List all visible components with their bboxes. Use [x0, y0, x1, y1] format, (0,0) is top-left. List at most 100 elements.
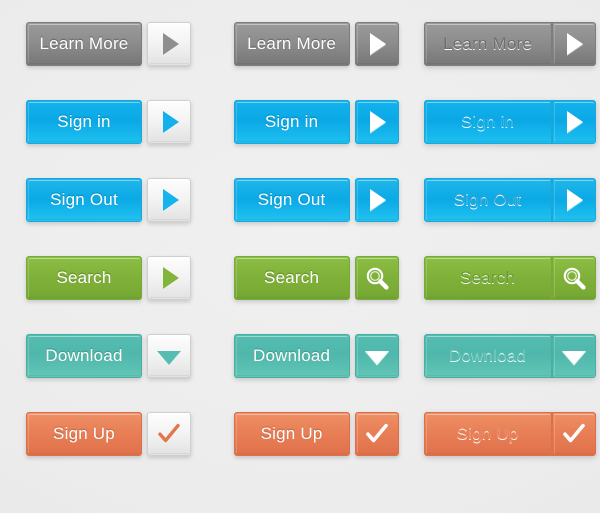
button-icon-plate[interactable]: [354, 256, 399, 300]
button-download-variant-c[interactable]: Download: [423, 334, 596, 378]
button-body[interactable]: Learn More: [233, 22, 350, 66]
cell-learn-more-2: Learn More: [221, 22, 406, 66]
button-label: Sign in: [264, 112, 319, 131]
button-icon-plate[interactable]: [147, 334, 191, 378]
button-body[interactable]: Sign in: [26, 100, 142, 144]
button-body[interactable]: Search: [423, 256, 552, 300]
button-icon-plate[interactable]: [147, 22, 191, 66]
checkmark-icon: [364, 421, 390, 447]
button-label: Download: [252, 346, 331, 365]
arrow-right-icon: [162, 189, 179, 211]
button-sign-in-variant-c[interactable]: Sign in: [423, 100, 596, 144]
button-icon-plate[interactable]: [147, 256, 191, 300]
arrow-right-icon: [162, 267, 179, 289]
button-icon-plate[interactable]: [551, 334, 596, 378]
button-learn-more-variant-c[interactable]: Learn More: [423, 22, 596, 66]
button-search-variant-b[interactable]: Search: [233, 256, 399, 300]
button-icon-plate[interactable]: [354, 22, 399, 66]
button-learn-more-variant-b[interactable]: Learn More: [233, 22, 399, 66]
button-body[interactable]: Download: [233, 334, 350, 378]
button-row-learn-more: Learn More Learn More Learn More: [0, 22, 600, 100]
arrow-right-icon: [162, 33, 179, 55]
button-body[interactable]: Sign Out: [423, 178, 552, 222]
button-sign-out-variant-a[interactable]: Sign Out: [26, 178, 191, 222]
cell-sign-up-1: Sign Up: [0, 412, 221, 456]
arrow-right-icon: [567, 189, 584, 211]
button-body[interactable]: Sign Out: [26, 178, 142, 222]
button-label: Sign Up: [260, 424, 323, 443]
button-label: Sign in: [57, 112, 111, 131]
button-icon-plate[interactable]: [354, 178, 399, 222]
button-label: Download: [45, 346, 123, 365]
button-row-download: Download Download Download: [0, 334, 600, 412]
arrow-down-icon: [561, 350, 586, 365]
button-label: Sign Up: [53, 424, 115, 443]
button-sign-out-variant-b[interactable]: Sign Out: [233, 178, 399, 222]
button-set-grid: Learn More Learn More Learn More Sign in…: [0, 0, 600, 490]
button-icon-plate[interactable]: [551, 412, 596, 456]
button-download-variant-b[interactable]: Download: [233, 334, 399, 378]
button-sign-out-variant-c[interactable]: Sign Out: [423, 178, 596, 222]
button-body[interactable]: Search: [233, 256, 350, 300]
arrow-down-icon: [157, 350, 181, 365]
button-label: Sign Out: [257, 190, 326, 209]
button-download-variant-a[interactable]: Download: [26, 334, 191, 378]
button-icon-plate[interactable]: [551, 100, 596, 144]
cell-search-2: Search: [221, 256, 406, 300]
cell-sign-up-2: Sign Up: [221, 412, 406, 456]
button-row-search: Search Search Search: [0, 256, 600, 334]
button-label: Download: [448, 346, 527, 365]
button-body[interactable]: Learn More: [423, 22, 552, 66]
button-learn-more-variant-a[interactable]: Learn More: [26, 22, 191, 66]
button-icon-plate[interactable]: [551, 178, 596, 222]
button-icon-plate[interactable]: [354, 100, 399, 144]
button-label: Search: [459, 268, 516, 287]
button-body[interactable]: Download: [423, 334, 552, 378]
cell-sign-in-3: Sign in: [406, 100, 600, 144]
button-body[interactable]: Sign Up: [423, 412, 552, 456]
cell-download-2: Download: [221, 334, 406, 378]
arrow-right-icon: [567, 111, 584, 133]
button-body[interactable]: Sign in: [423, 100, 552, 144]
button-icon-plate[interactable]: [551, 256, 596, 300]
button-body[interactable]: Sign in: [233, 100, 350, 144]
button-label: Learn More: [247, 34, 337, 53]
button-icon-plate[interactable]: [354, 334, 399, 378]
button-icon-plate[interactable]: [354, 412, 399, 456]
cell-sign-in-1: Sign in: [0, 100, 221, 144]
button-search-variant-a[interactable]: Search: [26, 256, 191, 300]
arrow-right-icon: [370, 111, 387, 133]
button-label: Learn More: [443, 34, 532, 53]
button-sign-up-variant-a[interactable]: Sign Up: [26, 412, 191, 456]
button-label: Learn More: [39, 34, 129, 53]
cell-download-1: Download: [0, 334, 221, 378]
button-icon-plate[interactable]: [147, 100, 191, 144]
button-sign-in-variant-a[interactable]: Sign in: [26, 100, 191, 144]
button-label: Search: [264, 268, 320, 287]
button-body[interactable]: Search: [26, 256, 142, 300]
button-sign-up-variant-b[interactable]: Sign Up: [233, 412, 399, 456]
cell-sign-up-3: Sign Up: [406, 412, 600, 456]
magnifier-icon: [561, 265, 587, 291]
button-search-variant-c[interactable]: Search: [423, 256, 596, 300]
arrow-down-icon: [364, 350, 389, 365]
button-row-sign-in: Sign in Sign in Sign in: [0, 100, 600, 178]
button-body[interactable]: Sign Up: [26, 412, 142, 456]
button-icon-plate[interactable]: [147, 178, 191, 222]
button-label: Sign in: [460, 112, 515, 131]
arrow-right-icon: [567, 33, 584, 55]
magnifier-icon: [364, 265, 390, 291]
button-body[interactable]: Sign Out: [233, 178, 350, 222]
button-icon-plate[interactable]: [551, 22, 596, 66]
button-icon-plate[interactable]: [147, 412, 191, 456]
cell-sign-in-2: Sign in: [221, 100, 406, 144]
cell-learn-more-3: Learn More: [406, 22, 600, 66]
button-label: Sign Out: [453, 190, 522, 209]
button-sign-up-variant-c[interactable]: Sign Up: [423, 412, 596, 456]
button-sign-in-variant-b[interactable]: Sign in: [233, 100, 399, 144]
cell-sign-out-2: Sign Out: [221, 178, 406, 222]
button-body[interactable]: Download: [26, 334, 142, 378]
button-row-sign-out: Sign Out Sign Out Sign Out: [0, 178, 600, 256]
button-body[interactable]: Learn More: [26, 22, 142, 66]
button-body[interactable]: Sign Up: [233, 412, 350, 456]
